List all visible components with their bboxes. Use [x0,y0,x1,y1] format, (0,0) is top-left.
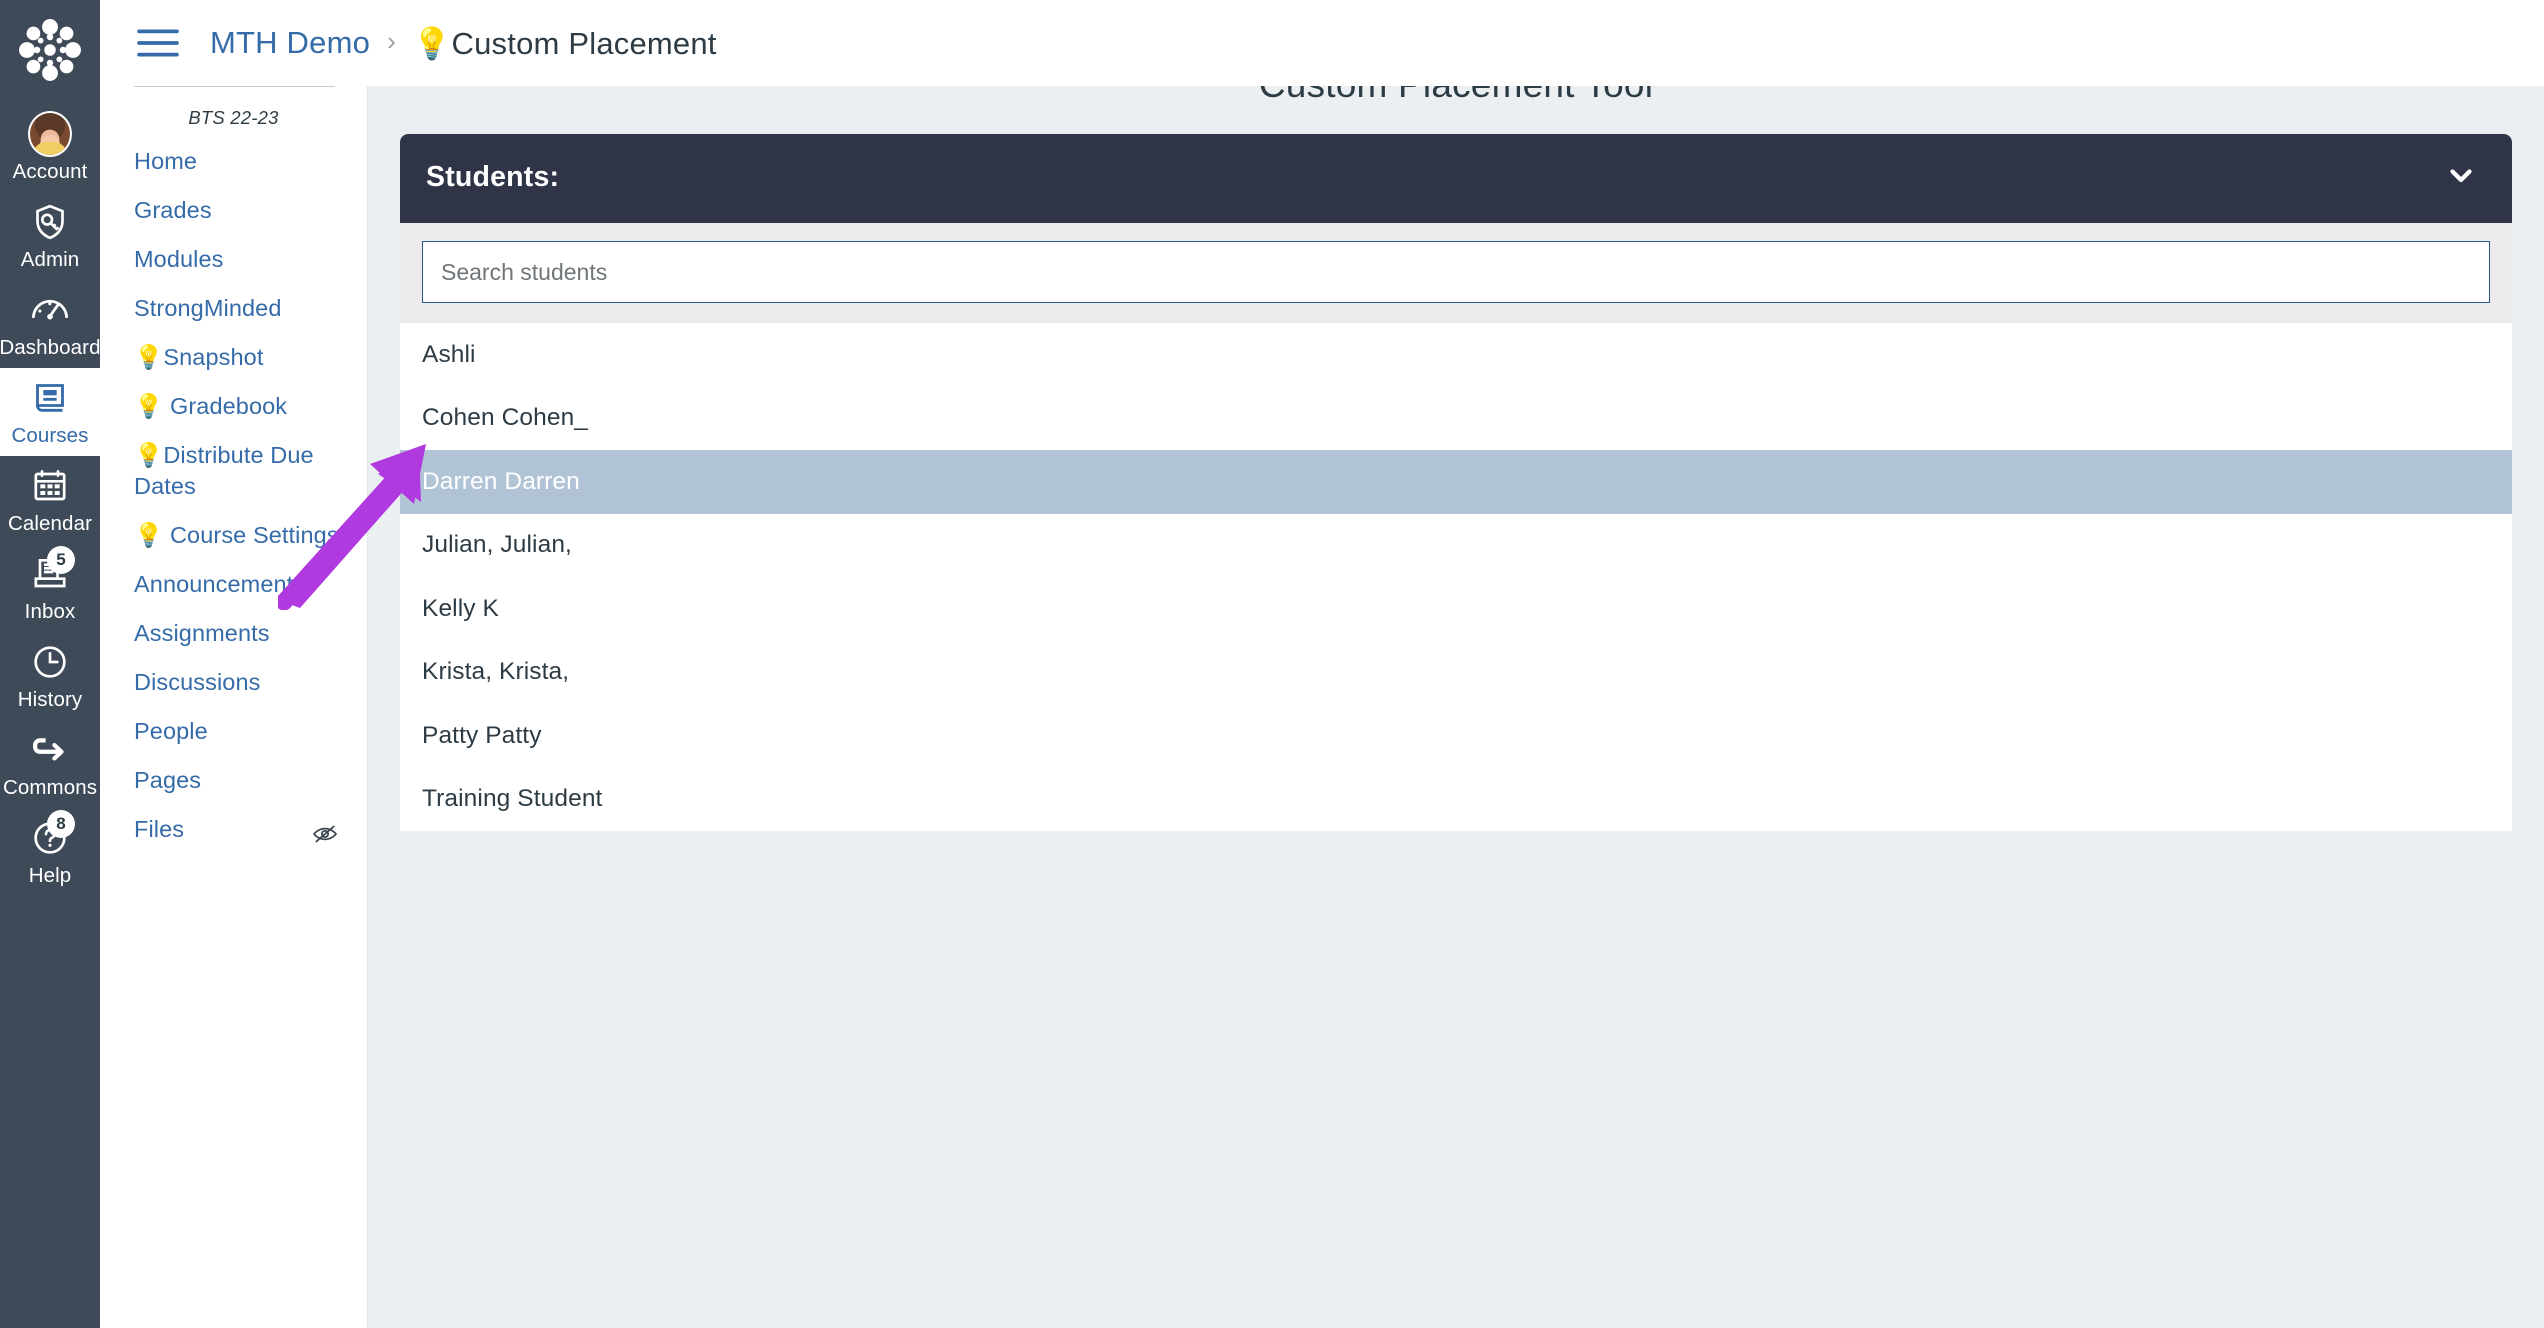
course-nav-label-gradebook[interactable]: 💡 Gradebook [134,391,287,422]
clock-icon [28,640,72,684]
student-list-item[interactable]: Training Student [400,768,2512,832]
canvas-logo-icon[interactable] [14,14,86,86]
gnav-label-history: History [17,688,83,711]
student-list-item[interactable]: Ashli [400,323,2512,387]
student-list-item[interactable]: Julian, Julian, [400,514,2512,578]
course-nav-label-course-settings[interactable]: 💡 Course Settings [134,520,339,551]
gnav-item-commons[interactable]: Commons [0,720,100,808]
course-nav-label-files[interactable]: Files [134,814,184,845]
gnav-label-inbox: Inbox [24,600,76,623]
gnav-label-account: Account [12,160,88,183]
student-list-item-selected[interactable]: Darren Darren [400,450,2512,514]
breadcrumb-separator: › [387,26,396,56]
gnav-item-account[interactable]: Account [0,104,100,192]
course-nav-label-people[interactable]: People [134,716,208,747]
course-nav-label-modules[interactable]: Modules [134,244,224,275]
course-nav-item-gradebook[interactable]: 💡 Gradebook [100,382,367,431]
course-nav-item-course-settings[interactable]: 💡 Course Settings [100,511,367,560]
gnav-label-calendar: Calendar [8,512,92,535]
gnav-label-courses: Courses [11,424,89,447]
course-nav-item-assignments[interactable]: Assignments [100,609,367,658]
course-nav-label-grades[interactable]: Grades [134,195,212,226]
eye-slash-icon [311,820,339,853]
gauge-icon [28,288,72,332]
course-nav-item-people[interactable]: People [100,707,367,756]
gnav-label-dashboard: Dashboard [0,336,101,359]
shield-key-icon [28,200,72,244]
student-list: Ashli Cohen Cohen_ Darren Darren Julian,… [400,323,2512,831]
gnav-item-inbox[interactable]: 5 Inbox [0,544,100,632]
gnav-item-courses[interactable]: Courses [0,368,100,456]
main-content: Custom Placement Tool Students: Ashli Co… [368,0,2544,1328]
course-nav-label-assignments[interactable]: Assignments [134,618,270,649]
avatar-icon [28,111,72,157]
course-term-label: BTS 22-23 [188,107,279,128]
gnav-label-admin: Admin [20,248,80,271]
breadcrumb-current-page: 💡Custom Placement [412,25,717,61]
gnav-item-calendar[interactable]: Calendar [0,456,100,544]
student-list-item[interactable]: Patty Patty [400,704,2512,768]
course-nav-label-distribute-due-dates[interactable]: 💡Distribute Due Dates [134,440,339,502]
course-nav-label-announcements[interactable]: Announcements [134,569,305,600]
gnav-label-commons: Commons [2,776,98,799]
student-list-item[interactable]: Cohen Cohen_ [400,387,2512,451]
breadcrumb-link-course[interactable]: MTH Demo [210,25,370,61]
students-panel-header[interactable]: Students: [400,134,2512,223]
gnav-item-history[interactable]: History [0,632,100,720]
course-nav-item-modules[interactable]: Modules [100,235,367,284]
course-nav-item-announcements[interactable]: Announcements [100,560,367,609]
search-input[interactable] [422,241,2490,303]
course-nav-item-pages[interactable]: Pages [100,756,367,805]
question-mark-icon: 8 [28,810,75,860]
calendar-icon [28,464,72,508]
book-icon [28,376,72,420]
course-nav-item-discussions[interactable]: Discussions [100,658,367,707]
gnav-label-help: Help [28,864,72,887]
course-nav-label-pages[interactable]: Pages [134,765,201,796]
course-nav-list: Home Grades Modules StrongMinded 💡Snapsh… [100,137,367,862]
course-nav-label-discussions[interactable]: Discussions [134,667,260,698]
course-nav-item-home[interactable]: Home [100,137,367,186]
gnav-item-admin[interactable]: Admin [0,192,100,280]
top-header-bar: MTH Demo › 💡Custom Placement [100,0,2544,86]
course-navigation: BTS 22-23 Home Grades Modules StrongMind… [100,0,368,1328]
inbox-badge: 5 [47,546,75,574]
help-badge: 8 [47,810,75,838]
course-nav-item-snapshot[interactable]: 💡Snapshot [100,333,367,382]
global-navigation: Account Admin Dashboard Courses Calendar… [0,0,101,1328]
course-nav-label-home[interactable]: Home [134,146,197,177]
course-nav-item-strongminded[interactable]: StrongMinded [100,284,367,333]
course-nav-label-strongminded[interactable]: StrongMinded [134,293,282,324]
inbox-icon: 5 [28,546,75,596]
gnav-item-help[interactable]: 8 Help [0,808,100,896]
students-panel: Students: Ashli Cohen Cohen_ Darren Darr… [400,134,2512,831]
course-nav-item-grades[interactable]: Grades [100,186,367,235]
student-list-item[interactable]: Krista, Krista, [400,641,2512,705]
gnav-item-dashboard[interactable]: Dashboard [0,280,101,368]
chevron-down-icon[interactable] [2444,158,2478,197]
hamburger-menu-icon[interactable] [136,27,180,59]
students-search-band [400,223,2512,323]
students-panel-title: Students: [426,161,560,193]
course-nav-label-snapshot[interactable]: 💡Snapshot [134,342,263,373]
student-list-item[interactable]: Kelly K [400,577,2512,641]
commons-arrow-icon [28,728,72,772]
app-root: Account Admin Dashboard Courses Calendar… [0,0,2544,1328]
course-nav-item-distribute-due-dates[interactable]: 💡Distribute Due Dates [100,431,367,511]
course-nav-item-files[interactable]: Files [100,805,367,862]
